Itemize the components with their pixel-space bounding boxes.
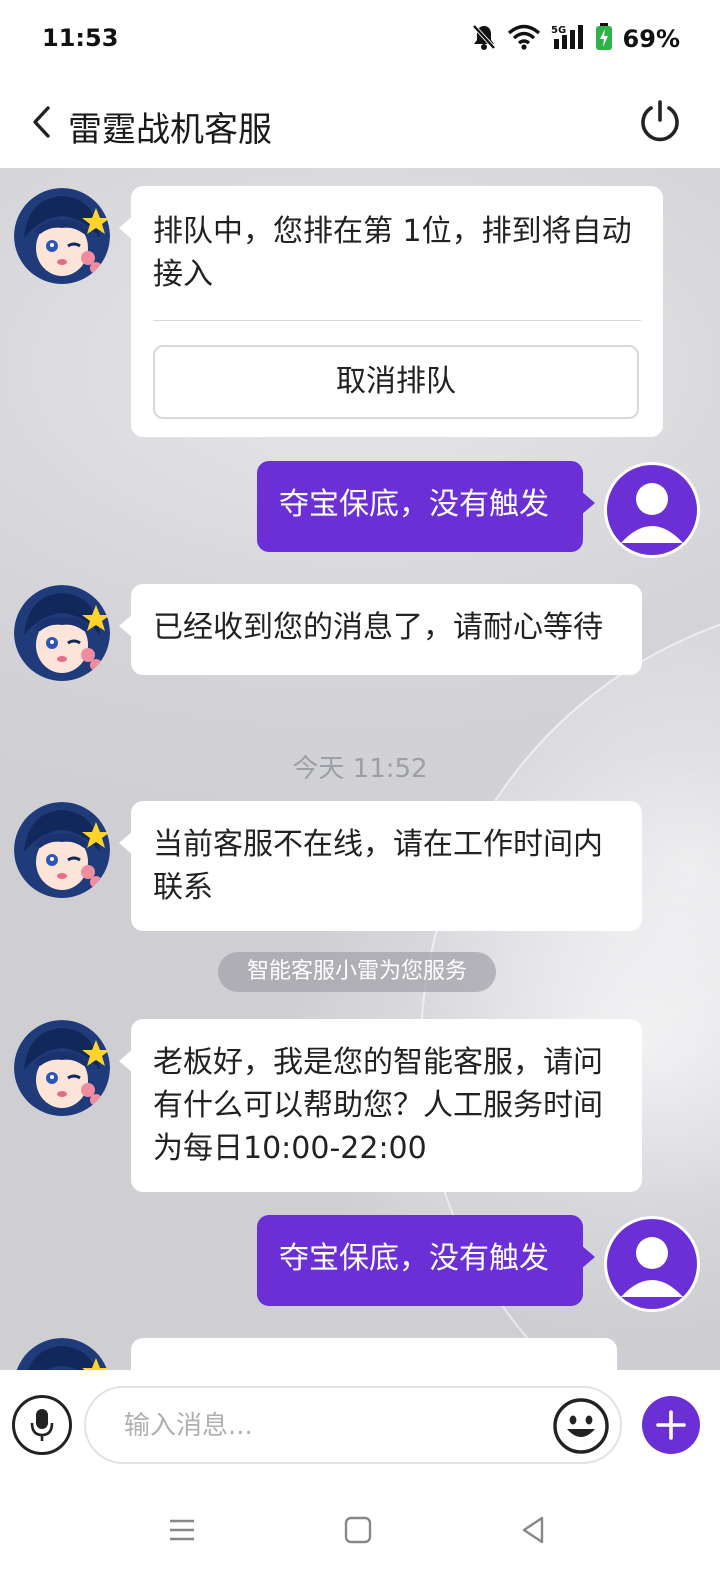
status-bar: 11:53 5G 69% [0, 0, 720, 78]
message-text: 夺宝保底，没有触发 [279, 487, 549, 522]
agent-avatar [14, 1020, 110, 1116]
system-nav-bar [0, 1482, 720, 1584]
message-bubble-incoming: 已经收到您的消息了，请耐心等待 [119, 584, 642, 675]
wifi-icon [507, 24, 541, 54]
agent-avatar [14, 585, 110, 681]
emoji-button[interactable] [552, 1397, 610, 1455]
chevron-left-icon [33, 106, 50, 138]
agent-avatar [14, 188, 110, 284]
status-icons: 5G 69% [471, 22, 680, 56]
input-bar [0, 1370, 720, 1482]
power-button[interactable] [636, 98, 684, 146]
message-bubble-incoming: 排队中，您排在第 1位，排到将自动接入 取消排队 [119, 186, 663, 437]
plus-icon [656, 1410, 686, 1440]
chat-header: 雷霆战机客服 [0, 78, 720, 168]
message-bubble-incoming: 老板好，我是您的智能客服，请问有什么可以帮助您？人工服务时间为每日10:00-2… [119, 1019, 642, 1192]
chat-area[interactable]: 排队中，您排在第 1位，排到将自动接入 取消排队 夺宝保底，没有触发 已经收到您 [0, 168, 720, 1384]
home-icon [344, 1516, 372, 1544]
service-notice: 智能客服小雷为您服务 [218, 952, 496, 992]
battery-percent: 69% [622, 25, 680, 53]
message-bubble-incoming: 当前客服不在线，请在工作时间内联系 [119, 801, 642, 931]
nav-back-button[interactable] [514, 1510, 554, 1550]
back-icon [522, 1516, 544, 1544]
user-avatar [604, 1216, 700, 1312]
more-options-button[interactable] [642, 1396, 700, 1454]
message-input[interactable] [124, 1406, 544, 1446]
cancel-queue-button[interactable]: 取消排队 [153, 345, 639, 419]
page-title: 雷霆战机客服 [68, 110, 272, 150]
nav-menu-button[interactable] [162, 1510, 202, 1550]
message-text: 当前客服不在线，请在工作时间内联系 [153, 827, 603, 905]
voice-input-button[interactable] [12, 1395, 72, 1455]
power-icon [641, 100, 679, 142]
microphone-icon [30, 1409, 54, 1441]
message-bubble-outgoing: 夺宝保底，没有触发 [257, 1215, 595, 1306]
message-text: 排队中，您排在第 1位，排到将自动接入 [153, 214, 632, 292]
bubble-divider [153, 320, 641, 321]
message-input-wrapper [84, 1386, 622, 1464]
message-bubble-outgoing: 夺宝保底，没有触发 [257, 461, 595, 552]
emoji-icon [553, 1398, 609, 1454]
5g-signal-icon: 5G [551, 23, 585, 55]
nav-home-button[interactable] [338, 1510, 378, 1550]
user-avatar [604, 462, 700, 558]
bell-muted-icon [471, 23, 497, 55]
agent-avatar [14, 802, 110, 898]
message-text: 夺宝保底，没有触发 [279, 1241, 549, 1276]
message-timestamp: 今天 11:52 [292, 754, 428, 784]
back-button[interactable] [26, 102, 56, 142]
battery-charging-icon [595, 23, 613, 55]
message-text: 已经收到您的消息了，请耐心等待 [153, 610, 603, 645]
menu-icon [170, 1519, 194, 1541]
status-time: 11:53 [42, 24, 119, 52]
message-text: 老板好，我是您的智能客服，请问有什么可以帮助您？人工服务时间为每日10:00-2… [153, 1045, 603, 1166]
svg-text:5G: 5G [551, 25, 566, 36]
